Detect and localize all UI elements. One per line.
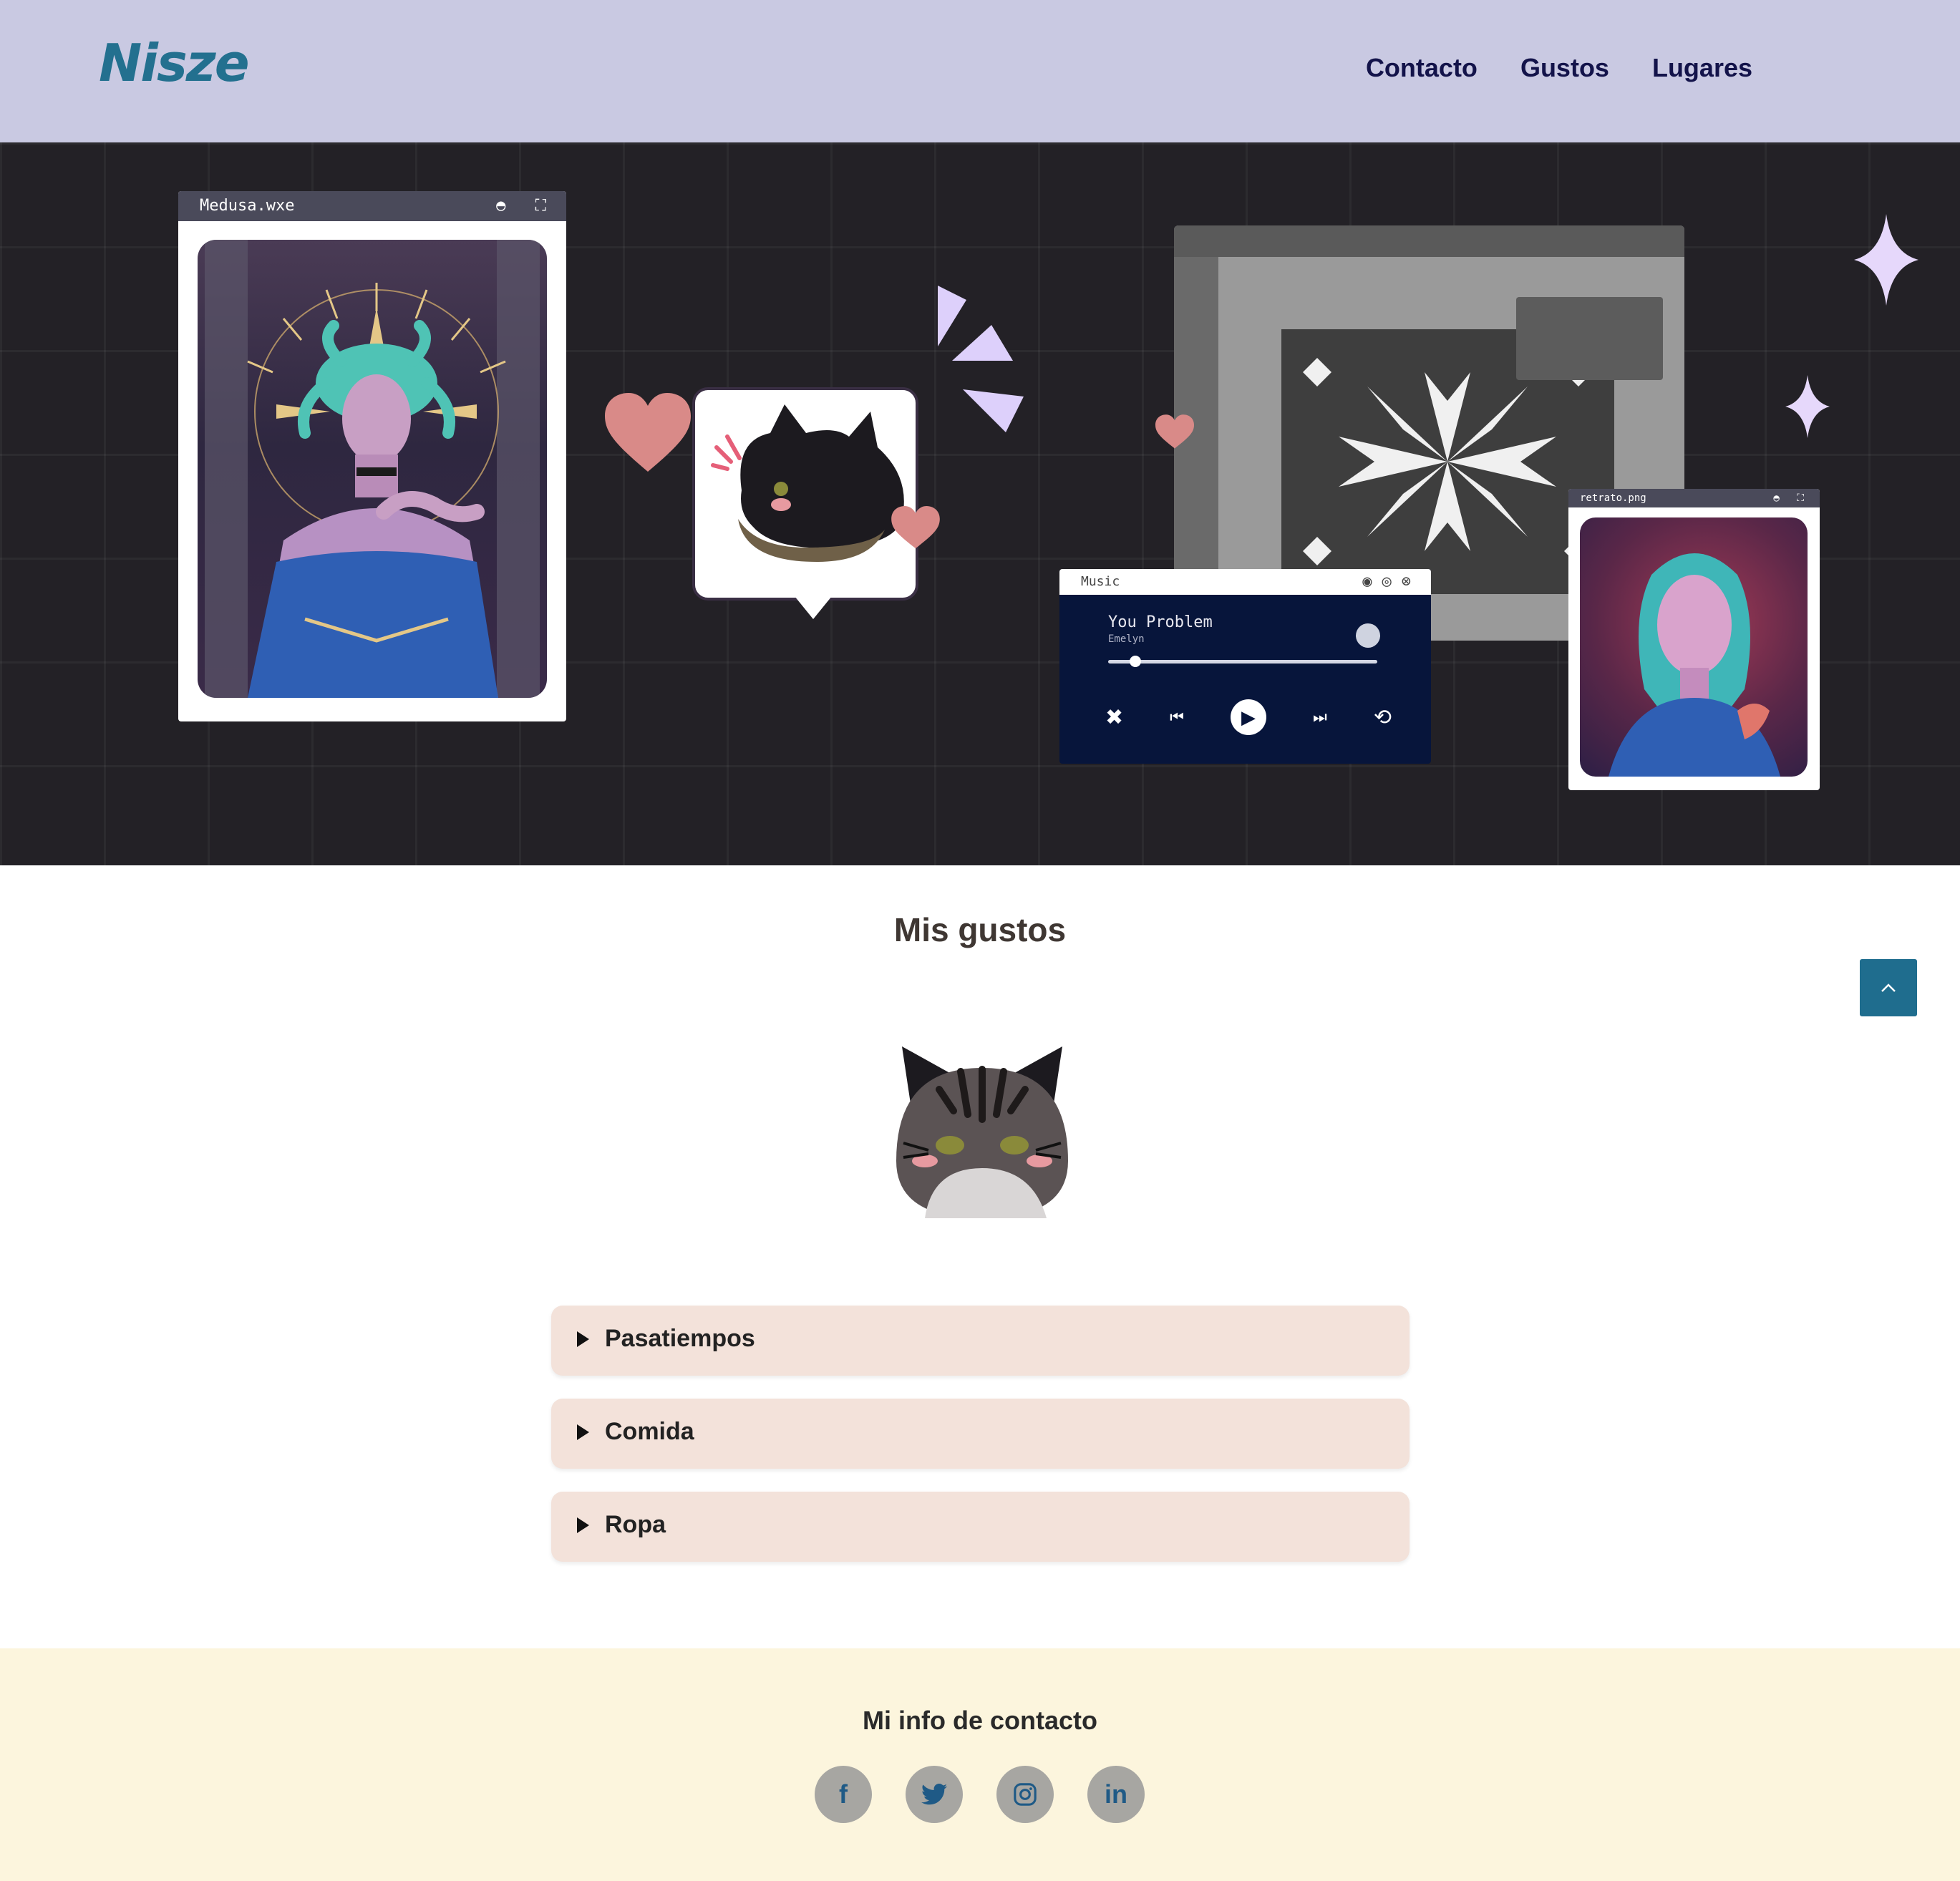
site-logo[interactable]: Nisze: [99, 33, 250, 93]
retrato-window: retrato.png ◓ ⛶: [1568, 489, 1820, 790]
twitter-icon[interactable]: [906, 1766, 963, 1823]
accordion-ropa[interactable]: Ropa: [551, 1492, 1410, 1562]
medusa-illustration-svg: [205, 240, 540, 698]
accordion-label: Pasatiempos: [605, 1325, 755, 1352]
caret-right-icon: [577, 1517, 589, 1533]
sparkle-icon: [1854, 214, 1918, 306]
linkedin-icon[interactable]: in: [1087, 1766, 1145, 1823]
instagram-glyph-icon: [1014, 1783, 1037, 1806]
medusa-illustration: [198, 240, 547, 698]
portrait-illustration-svg: [1609, 553, 1780, 777]
tiny-heart-icon: [1155, 414, 1194, 449]
medusa-window: Medusa.wxe ◓ ⛶: [178, 191, 566, 721]
portrait-illustration: [1580, 517, 1808, 777]
nav-link-lugares[interactable]: Lugares: [1652, 53, 1752, 83]
twitter-bird-icon: [921, 1784, 947, 1805]
small-sparkle-icon: [1785, 375, 1830, 438]
medusa-window-titlebar: Medusa.wxe ◓ ⛶: [178, 191, 566, 221]
hero-banner: Medusa.wxe ◓ ⛶ Music ◉◎⊗ You Problem Eme…: [0, 142, 1960, 865]
progress-track[interactable]: [1108, 656, 1377, 667]
section-title: Mis gustos: [893, 911, 1067, 948]
caret-right-icon: [577, 1331, 589, 1347]
retrato-window-titlebar: retrato.png ◓ ⛶: [1568, 489, 1820, 507]
window-controls-icon: ◓ ⛶: [496, 197, 556, 215]
music-window-titlebar: Music ◉◎⊗: [1059, 569, 1431, 595]
accordion-label: Ropa: [605, 1511, 666, 1538]
site-footer: Mi info de contacto f in: [0, 1648, 1960, 1881]
accordion-pasatiempos[interactable]: Pasatiempos: [551, 1306, 1410, 1376]
facebook-icon[interactable]: f: [815, 1766, 872, 1823]
cat-speech-bubble: [692, 387, 918, 601]
main-nav: Contacto Gustos Lugares: [1366, 53, 1752, 83]
nav-link-gustos[interactable]: Gustos: [1520, 53, 1609, 83]
shuffle-icon[interactable]: ✖: [1105, 705, 1123, 730]
instagram-icon[interactable]: [996, 1766, 1054, 1823]
speech-bubble-tail: [795, 596, 832, 619]
accordion-comida[interactable]: Comida: [551, 1399, 1410, 1469]
progress-knob[interactable]: [1129, 656, 1141, 667]
editor-layers-panel: [1516, 297, 1663, 380]
social-links: f in: [815, 1766, 1145, 1823]
editor-titlebar: [1174, 225, 1684, 257]
heart-icon: [605, 393, 691, 472]
medusa-window-title: Medusa.wxe: [200, 197, 295, 215]
burst-icon: [938, 286, 1024, 432]
previous-icon[interactable]: ⏮: [1170, 708, 1184, 726]
music-controls: ✖ ⏮ ▶ ⏭ ⟲: [1105, 699, 1392, 735]
music-player-window: Music ◉◎⊗ You Problem Emelyn ✖ ⏮ ▶ ⏭ ⟲: [1059, 569, 1431, 764]
cat-face-icon: [896, 1046, 1068, 1218]
next-icon[interactable]: ⏭: [1313, 708, 1327, 726]
chevron-up-icon: [1881, 983, 1896, 992]
music-window-title: Music: [1081, 574, 1120, 589]
black-cat-icon: [711, 404, 904, 562]
play-icon[interactable]: ▶: [1230, 699, 1266, 735]
repeat-icon[interactable]: ⟲: [1374, 705, 1392, 730]
window-controls-icon: ◉◎⊗: [1362, 573, 1421, 590]
retrato-window-title: retrato.png: [1580, 492, 1646, 504]
song-title: You Problem: [1108, 613, 1213, 631]
settings-icon[interactable]: [1356, 623, 1380, 648]
site-header: Nisze Contacto Gustos Lugares: [0, 0, 1960, 142]
accordion-label: Comida: [605, 1418, 694, 1445]
scroll-to-top-button[interactable]: [1860, 959, 1917, 1016]
window-controls-icon: ◓ ⛶: [1773, 492, 1810, 504]
footer-title: Mi info de contacto: [863, 1706, 1097, 1735]
caret-right-icon: [577, 1424, 589, 1440]
small-heart-icon: [891, 506, 940, 549]
song-artist: Emelyn: [1108, 633, 1145, 645]
nav-link-contacto[interactable]: Contacto: [1366, 53, 1478, 83]
